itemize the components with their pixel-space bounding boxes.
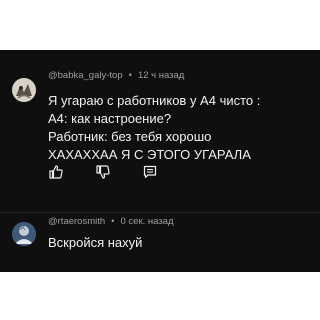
comment-time: 0 сек. назад (120, 216, 174, 227)
comment-author[interactable]: @rtaerosmith (48, 216, 105, 227)
comment-line: А4: как настроение? (48, 111, 172, 126)
user-avatar-image (12, 222, 36, 246)
thumbs-down-icon (96, 165, 110, 179)
user-avatar-image (12, 78, 36, 102)
comment-author[interactable]: @babka_galy-top (48, 70, 123, 81)
comment-actions (48, 164, 198, 182)
comment-time: 12 ч назад (137, 70, 185, 81)
comment-meta: @rtaerosmith • 0 сек. назад (48, 216, 174, 227)
comment-line: Я угараю с работников у А4 чисто : (48, 93, 261, 108)
comment-text: Я угараю с работников у А4 чисто : А4: к… (48, 92, 260, 164)
meta-separator: • (111, 216, 115, 227)
dislike-button[interactable] (95, 164, 111, 180)
like-button[interactable] (48, 164, 64, 180)
avatar[interactable] (12, 222, 36, 246)
comments-panel: @babka_galy-top • 12 ч назад Я угараю с ра… (0, 50, 320, 272)
comment-line: Вскройся нахуй (48, 235, 143, 250)
avatar[interactable] (12, 78, 36, 102)
reply-button[interactable] (142, 164, 158, 180)
comment-line: Работник: без тебя хорошо (48, 129, 212, 144)
comment-line: ХАХАХХАА Я С ЭТОГО УГАРАЛА (48, 147, 251, 162)
comment-meta: @babka_galy-top • 12 ч назад (48, 70, 184, 81)
meta-separator: • (128, 70, 132, 81)
thumbs-up-icon (49, 165, 63, 179)
reply-comment-icon (143, 165, 157, 179)
divider (0, 212, 320, 213)
comment-text: Вскройся нахуй (48, 234, 142, 252)
